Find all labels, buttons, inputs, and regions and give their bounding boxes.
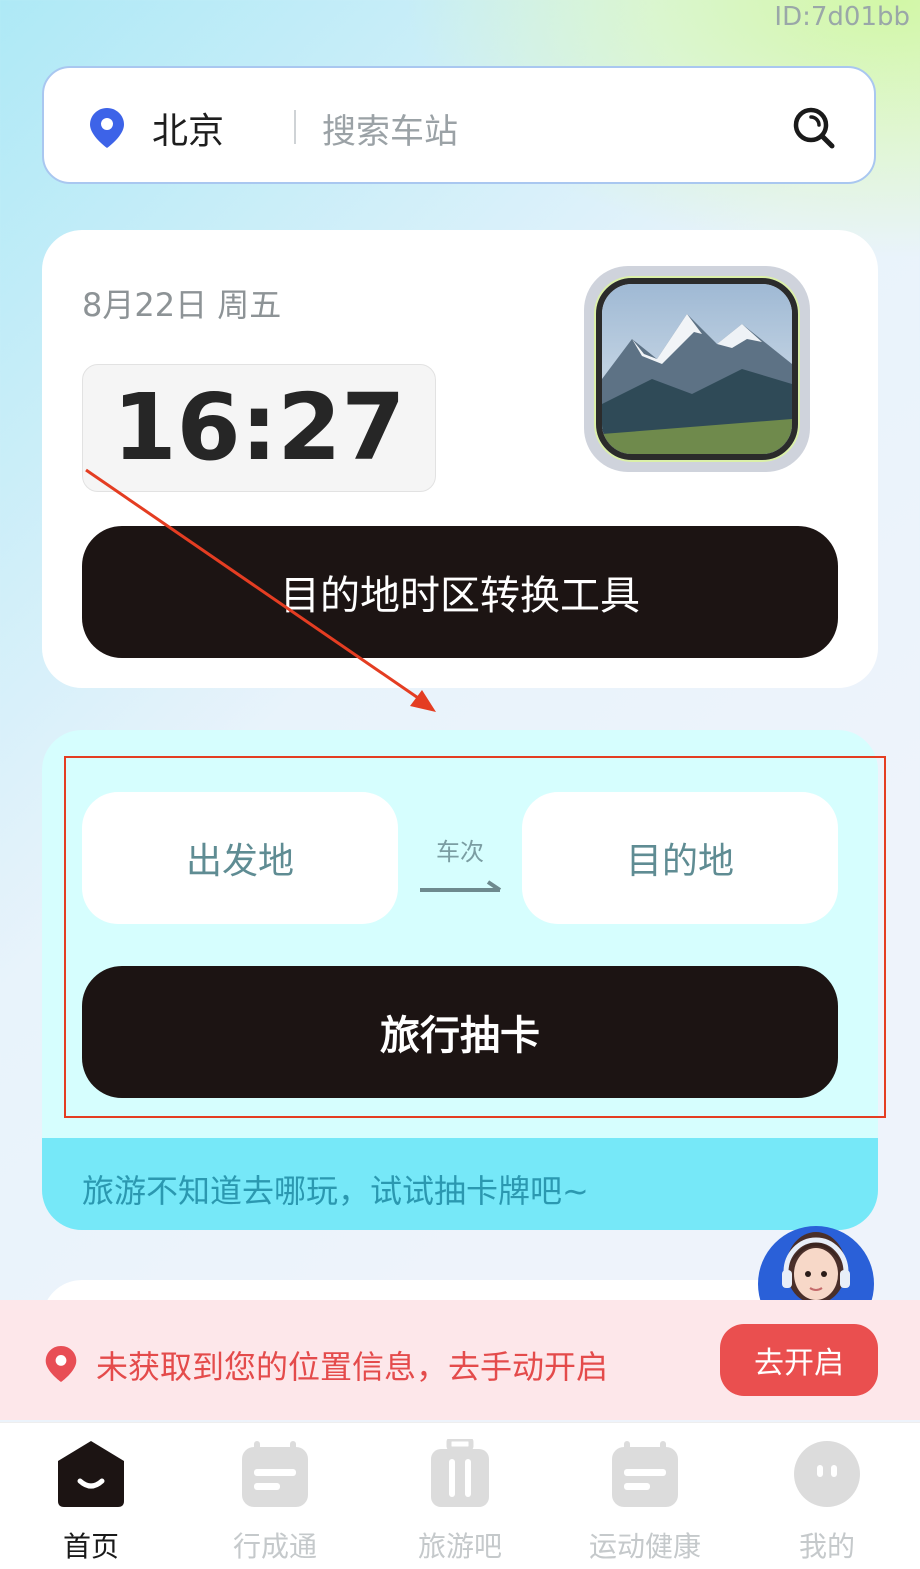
tab-label: 运动健康	[588, 1530, 701, 1563]
current-time: 16:27	[82, 364, 436, 492]
bottom-tab-bar: 首页 行成通 旅游吧 运动健康 我的	[0, 1422, 920, 1569]
location-pin-icon	[90, 108, 124, 148]
tab-sports-health[interactable]: 运动健康	[570, 1435, 720, 1565]
search-bar[interactable]: 北京 搜索车站	[42, 66, 876, 184]
highlight-box	[64, 756, 886, 1118]
tab-label: 行成通	[232, 1530, 317, 1563]
customer-service-avatar[interactable]	[752, 1214, 876, 1314]
location-permission-banner: 未获取到您的位置信息，去手动开启 去开启	[0, 1300, 920, 1420]
destination-photo[interactable]	[584, 266, 810, 472]
city-selector[interactable]: 北京	[152, 102, 224, 154]
search-input[interactable]: 搜索车站	[322, 104, 458, 153]
luggage-icon	[431, 1439, 489, 1507]
tab-home[interactable]: 首页	[16, 1435, 166, 1565]
tab-itinerary[interactable]: 行成通	[200, 1435, 350, 1565]
enable-location-button[interactable]: 去开启	[720, 1324, 878, 1396]
tab-travel[interactable]: 旅游吧	[385, 1435, 535, 1565]
tab-label: 旅游吧	[417, 1530, 502, 1563]
divider	[294, 110, 296, 144]
location-message: 未获取到您的位置信息，去手动开启	[96, 1348, 609, 1386]
draw-tip-text: 旅游不知道去哪玩，试试抽卡牌吧~	[82, 1172, 589, 1210]
home-icon	[58, 1441, 124, 1507]
search-icon[interactable]	[792, 106, 836, 150]
profile-icon	[794, 1441, 860, 1507]
tab-profile[interactable]: 我的	[752, 1435, 902, 1565]
calendar-icon	[612, 1441, 678, 1507]
timezone-converter-button[interactable]: 目的地时区转换工具	[82, 526, 838, 658]
tab-label: 首页	[62, 1530, 119, 1563]
location-pin-icon	[45, 1346, 77, 1382]
calendar-icon	[242, 1441, 308, 1507]
mountain-landscape-image	[602, 284, 792, 454]
watermark: ID:7d01bb	[774, 2, 910, 32]
tab-label: 我的	[798, 1530, 855, 1563]
date-label: 8月22日 周五	[82, 286, 282, 324]
time-card: 8月22日 周五 16:27 目的地时区转换工具	[42, 230, 878, 688]
